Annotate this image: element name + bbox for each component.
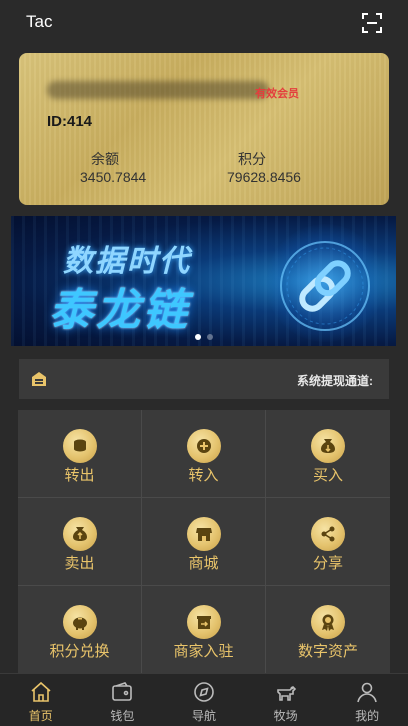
chain-link-icon xyxy=(280,241,370,331)
action-sell[interactable]: 卖出 xyxy=(18,498,142,586)
tab-label: 导航 xyxy=(191,709,216,723)
announcement-icon xyxy=(32,372,46,386)
action-grid: 转出 转入 买入 卖出 商城 分享 积分兑换 商家入驻 数字资产 xyxy=(18,410,390,674)
award-icon xyxy=(311,605,345,639)
tab-navigation[interactable]: 导航 xyxy=(163,674,245,726)
merchant-icon xyxy=(186,605,221,639)
scan-icon xyxy=(362,13,382,33)
bottom-tab-bar: 首页 钱包 导航 牧场 我的 xyxy=(0,673,408,726)
balance-label: 余额 xyxy=(91,151,119,167)
app-title: Tac xyxy=(26,12,53,31)
tab-label: 牧场 xyxy=(273,709,298,723)
notice-text: 系统提现通道: xyxy=(297,374,373,388)
action-digital-assets[interactable]: 数字资产 xyxy=(266,586,390,674)
carousel-dot[interactable] xyxy=(194,334,201,340)
action-buy[interactable]: 买入 xyxy=(266,410,390,498)
carousel-dots xyxy=(11,334,396,340)
piggy-bank-icon xyxy=(62,605,97,639)
user-id: ID:414 xyxy=(47,113,93,130)
wallet-icon xyxy=(112,682,133,701)
action-points-exchange[interactable]: 积分兑换 xyxy=(18,586,142,674)
action-label: 卖出 xyxy=(64,555,95,572)
action-label: 积分兑换 xyxy=(49,643,110,660)
account-email-blurred xyxy=(47,81,269,99)
tab-wallet[interactable]: 钱包 xyxy=(82,674,164,726)
action-label: 转入 xyxy=(188,467,219,484)
action-label: 商城 xyxy=(188,555,219,572)
action-shop[interactable]: 商城 xyxy=(142,498,266,586)
balance-value: 3450.7844 xyxy=(80,169,147,185)
carousel-dot[interactable] xyxy=(206,334,213,340)
transfer-in-icon xyxy=(186,429,221,463)
tab-label: 钱包 xyxy=(110,709,135,723)
shop-icon xyxy=(186,517,221,551)
action-label: 转出 xyxy=(64,467,95,484)
action-label: 数字资产 xyxy=(297,643,358,660)
account-card: 有效会员 ID:414 余额 3450.7844 积分 79628.8456 xyxy=(19,53,389,205)
share-icon xyxy=(311,517,345,551)
action-share[interactable]: 分享 xyxy=(266,498,390,586)
banner-carousel[interactable]: 数据时代 泰龙链 xyxy=(11,216,396,346)
tab-home[interactable]: 首页 xyxy=(0,674,82,726)
member-badge: 有效会员 xyxy=(255,88,299,100)
sell-icon xyxy=(62,517,97,551)
compass-icon xyxy=(194,682,214,702)
tab-ranch[interactable]: 牧场 xyxy=(245,674,327,726)
action-transfer-in[interactable]: 转入 xyxy=(142,410,266,498)
notice-bar[interactable]: 系统提现通道: xyxy=(19,359,389,399)
top-bar: Tac xyxy=(0,0,408,46)
transfer-out-icon xyxy=(62,429,97,463)
banner-brand: 泰龙链 xyxy=(49,286,190,335)
tab-label: 首页 xyxy=(28,709,53,723)
action-transfer-out[interactable]: 转出 xyxy=(18,410,142,498)
action-merchant-join[interactable]: 商家入驻 xyxy=(142,586,266,674)
home-icon xyxy=(31,681,51,702)
tab-label: 我的 xyxy=(355,709,380,723)
action-label: 商家入驻 xyxy=(173,643,234,660)
profile-icon xyxy=(357,682,377,703)
scan-button[interactable] xyxy=(361,12,383,34)
buy-icon xyxy=(311,429,345,463)
points-label: 积分 xyxy=(238,151,266,167)
points-value: 79628.8456 xyxy=(227,169,301,185)
action-label: 买入 xyxy=(312,467,343,484)
tab-profile[interactable]: 我的 xyxy=(326,674,408,726)
ranch-icon xyxy=(276,685,296,701)
action-label: 分享 xyxy=(312,555,343,572)
